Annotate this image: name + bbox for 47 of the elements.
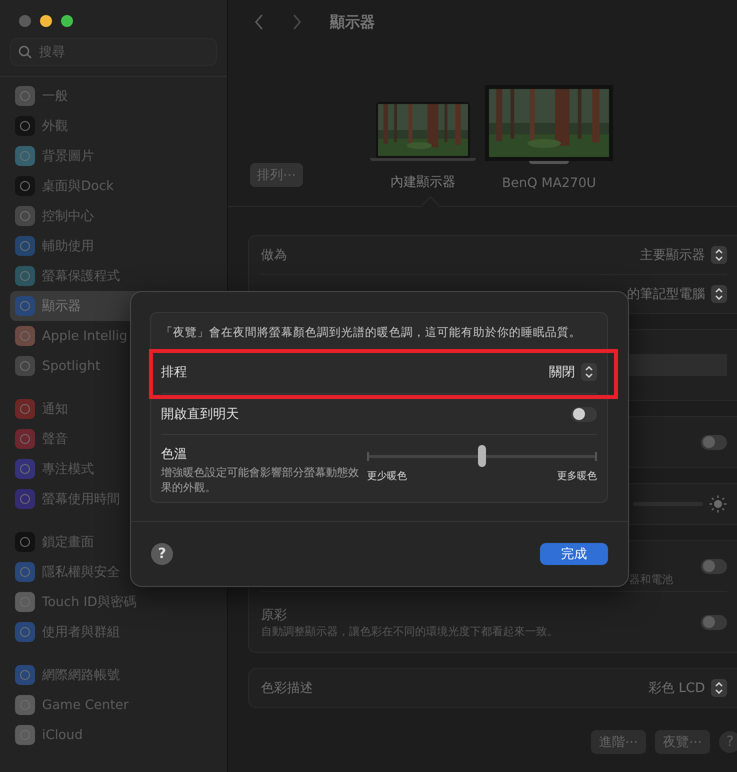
slider-track[interactable]	[367, 445, 597, 467]
done-button[interactable]: 完成	[540, 543, 608, 565]
page-title: 顯示器	[330, 12, 375, 32]
toggle-switch[interactable]	[701, 434, 727, 450]
display-tab[interactable]: 內建顯示器	[363, 102, 483, 191]
sun-icon	[709, 495, 727, 513]
toggle-switch[interactable]	[571, 406, 597, 422]
stepper-icon[interactable]	[711, 285, 727, 303]
setting-label: 原彩	[261, 606, 288, 624]
setting-value[interactable]: 彩色 LCD	[648, 679, 705, 697]
setting-label: 色溫	[161, 446, 188, 463]
sidebar-item[interactable]: 背景圖片	[10, 141, 217, 171]
description-text: 「夜覽」會在夜間將螢幕顏色調到光譜的暖色調，這可能有助於你的睡眠品質。	[161, 324, 581, 340]
stepper-icon[interactable]	[711, 246, 727, 264]
toggle-switch[interactable]	[701, 614, 727, 630]
sidebar-item[interactable]: 網際網路帳號	[10, 660, 217, 690]
sidebar-item[interactable]: Game Center	[10, 690, 217, 720]
setting-value[interactable]: 的筆記型電腦	[627, 285, 705, 303]
footer-button[interactable]: 進階⋯	[591, 730, 646, 754]
stepper-icon[interactable]	[581, 363, 597, 381]
setting-value[interactable]: 主要顯示器	[640, 246, 705, 264]
sidebar-item[interactable]: 桌面與Dock	[10, 171, 217, 201]
toggle-switch[interactable]	[701, 558, 727, 574]
setting-label: 開啟直到明天	[161, 406, 239, 423]
back-icon[interactable]	[254, 14, 264, 30]
sidebar-item[interactable]: iCloud	[10, 720, 217, 750]
help-button[interactable]: ?	[719, 731, 737, 753]
sidebar-item[interactable]: 使用者與群組	[10, 617, 217, 647]
window-control-icon[interactable]	[61, 15, 73, 27]
sidebar-item[interactable]: 輔助使用	[10, 231, 217, 261]
sidebar-item[interactable]: 控制中心	[10, 201, 217, 231]
setting-description: 增強暖色設定可能會影響部分螢幕動態效果的外觀。	[161, 465, 360, 495]
setting-label: 排程	[161, 364, 187, 381]
setting-label: 色彩描述	[261, 680, 313, 697]
setting-label: 做為	[261, 247, 287, 264]
slider-max-label: 更多暖色	[557, 470, 597, 483]
slider-thumb[interactable]	[478, 445, 486, 467]
help-button[interactable]: ?	[151, 543, 173, 565]
setting-value[interactable]: 關閉	[549, 363, 575, 381]
window-control-icon[interactable]	[40, 15, 52, 27]
sidebar-item[interactable]: 一般	[10, 81, 217, 111]
slider-min-label: 更少暖色	[367, 470, 407, 483]
display-tab[interactable]: BenQ MA270U	[489, 85, 609, 191]
stepper-icon[interactable]	[711, 679, 727, 697]
sidebar-item[interactable]: 螢幕保護程式	[10, 261, 217, 291]
footer-button[interactable]: 夜覽⋯	[655, 730, 710, 754]
sidebar-item[interactable]: 外觀	[10, 111, 217, 141]
